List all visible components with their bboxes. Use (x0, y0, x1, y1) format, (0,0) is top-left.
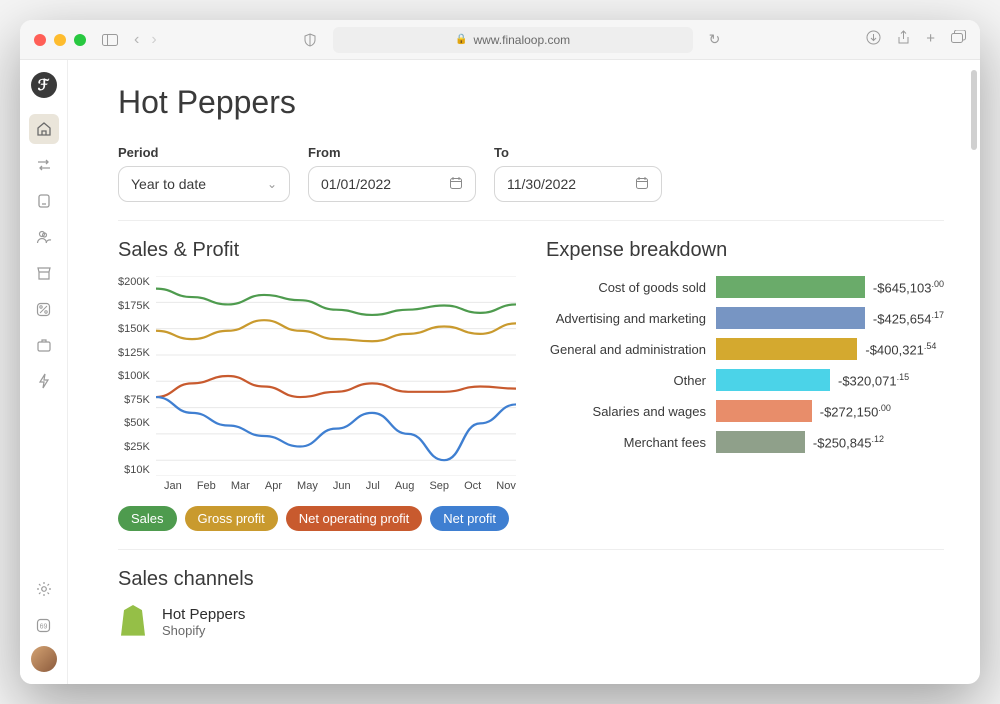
divider (118, 549, 944, 550)
expense-label: Salaries and wages (546, 404, 706, 419)
scrollbar[interactable] (971, 70, 977, 150)
nav-settings-icon[interactable] (29, 574, 59, 604)
expense-row: Merchant fees -$250,845.12 (546, 431, 944, 453)
page-title: Hot Peppers (118, 84, 944, 121)
from-value: 01/01/2022 (321, 176, 391, 192)
legend-sales[interactable]: Sales (118, 506, 177, 531)
to-value: 11/30/2022 (507, 176, 576, 192)
minimize-window-icon[interactable] (54, 34, 66, 46)
nav-briefcase-icon[interactable] (29, 330, 59, 360)
share-icon[interactable] (897, 30, 910, 49)
expense-value: -$272,150.00 (820, 403, 891, 419)
sales-profit-panel: Sales & Profit $200K$175K$150K$125K$100K… (118, 239, 516, 531)
to-label: To (494, 145, 662, 160)
expense-label: Other (546, 373, 706, 388)
expense-bar (716, 276, 865, 298)
user-avatar[interactable] (31, 646, 57, 672)
sales-channel-item[interactable]: Hot Peppers Shopify (118, 605, 944, 639)
channel-platform: Shopify (162, 623, 245, 638)
chart-legend: Sales Gross profit Net operating profit … (118, 506, 516, 531)
calendar-icon (449, 176, 463, 193)
nav-apps-icon[interactable]: 69 (29, 610, 59, 640)
expense-value: -$645,103.00 (873, 279, 944, 295)
expense-value: -$400,321.54 (865, 341, 936, 357)
new-tab-icon[interactable]: + (926, 30, 935, 49)
to-date-input[interactable]: 11/30/2022 (494, 166, 662, 202)
nav-home-icon[interactable] (29, 114, 59, 144)
reload-icon[interactable]: ↻ (709, 31, 721, 48)
sales-profit-chart (156, 276, 516, 476)
nav-receipts-icon[interactable] (29, 186, 59, 216)
chart-y-axis: $200K$175K$150K$125K$100K$75K$50K$25K$10… (118, 276, 150, 476)
app-logo-icon[interactable]: ℱ (31, 72, 57, 98)
browser-nav: ‹ › (134, 31, 157, 49)
from-label: From (308, 145, 476, 160)
expense-row: Cost of goods sold -$645,103.00 (546, 276, 944, 298)
calendar-icon (635, 176, 649, 193)
period-label: Period (118, 145, 290, 160)
nav-store-icon[interactable] (29, 258, 59, 288)
period-select[interactable]: Year to date ⌄ (118, 166, 290, 202)
maximize-window-icon[interactable] (74, 34, 86, 46)
shopify-icon (118, 605, 148, 639)
expense-row: Advertising and marketing -$425,654.17 (546, 307, 944, 329)
nav-bolt-icon[interactable] (29, 366, 59, 396)
expense-panel: Expense breakdown Cost of goods sold -$64… (546, 239, 944, 531)
address-bar[interactable]: 🔒 www.finaloop.com (333, 27, 693, 53)
shield-icon[interactable] (303, 33, 317, 47)
sales-profit-title: Sales & Profit (118, 239, 516, 262)
main-content: Hot Peppers Period Year to date ⌄ From 0… (68, 60, 980, 684)
expense-label: Merchant fees (546, 435, 706, 450)
expense-row: General and administration -$400,321.54 (546, 338, 944, 360)
expense-bar (716, 431, 805, 453)
download-icon[interactable] (866, 30, 881, 49)
tabs-icon[interactable] (951, 30, 966, 49)
divider (118, 220, 944, 221)
forward-icon[interactable]: › (151, 31, 156, 49)
nav-people-icon[interactable] (29, 222, 59, 252)
window-controls (34, 34, 86, 46)
legend-gross-profit[interactable]: Gross profit (185, 506, 278, 531)
lock-icon: 🔒 (455, 34, 467, 45)
browser-titlebar: ‹ › 🔒 www.finaloop.com ↻ + (20, 20, 980, 60)
sidebar-toggle-icon[interactable] (102, 34, 118, 46)
period-value: Year to date (131, 176, 206, 192)
legend-net-profit[interactable]: Net profit (430, 506, 509, 531)
expense-bar (716, 400, 812, 422)
expense-title: Expense breakdown (546, 239, 944, 262)
expense-bar (716, 369, 830, 391)
filter-row: Period Year to date ⌄ From 01/01/2022 (118, 145, 944, 202)
expense-value: -$250,845.12 (813, 434, 884, 450)
expense-bar (716, 338, 857, 360)
app-sidebar: ℱ (20, 60, 68, 684)
svg-text:69: 69 (40, 623, 48, 630)
expense-label: Advertising and marketing (546, 311, 706, 326)
expense-label: Cost of goods sold (546, 280, 706, 295)
legend-net-operating-profit[interactable]: Net operating profit (286, 506, 423, 531)
expense-value: -$320,071.15 (838, 372, 909, 388)
close-window-icon[interactable] (34, 34, 46, 46)
expense-value: -$425,654.17 (873, 310, 944, 326)
from-date-input[interactable]: 01/01/2022 (308, 166, 476, 202)
chevron-down-icon: ⌄ (267, 177, 277, 191)
expense-bar (716, 307, 865, 329)
expense-row: Salaries and wages -$272,150.00 (546, 400, 944, 422)
expense-row: Other -$320,071.15 (546, 369, 944, 391)
expense-label: General and administration (546, 342, 706, 357)
nav-percent-icon[interactable] (29, 294, 59, 324)
url-text: www.finaloop.com (473, 33, 570, 47)
nav-transfers-icon[interactable] (29, 150, 59, 180)
sales-channels-title: Sales channels (118, 568, 944, 591)
channel-name: Hot Peppers (162, 606, 245, 623)
chart-x-axis: JanFebMarAprMayJunJulAugSepOctNov (164, 480, 516, 492)
back-icon[interactable]: ‹ (134, 31, 139, 49)
expense-list: Cost of goods sold -$645,103.00 Advertisin… (546, 276, 944, 453)
